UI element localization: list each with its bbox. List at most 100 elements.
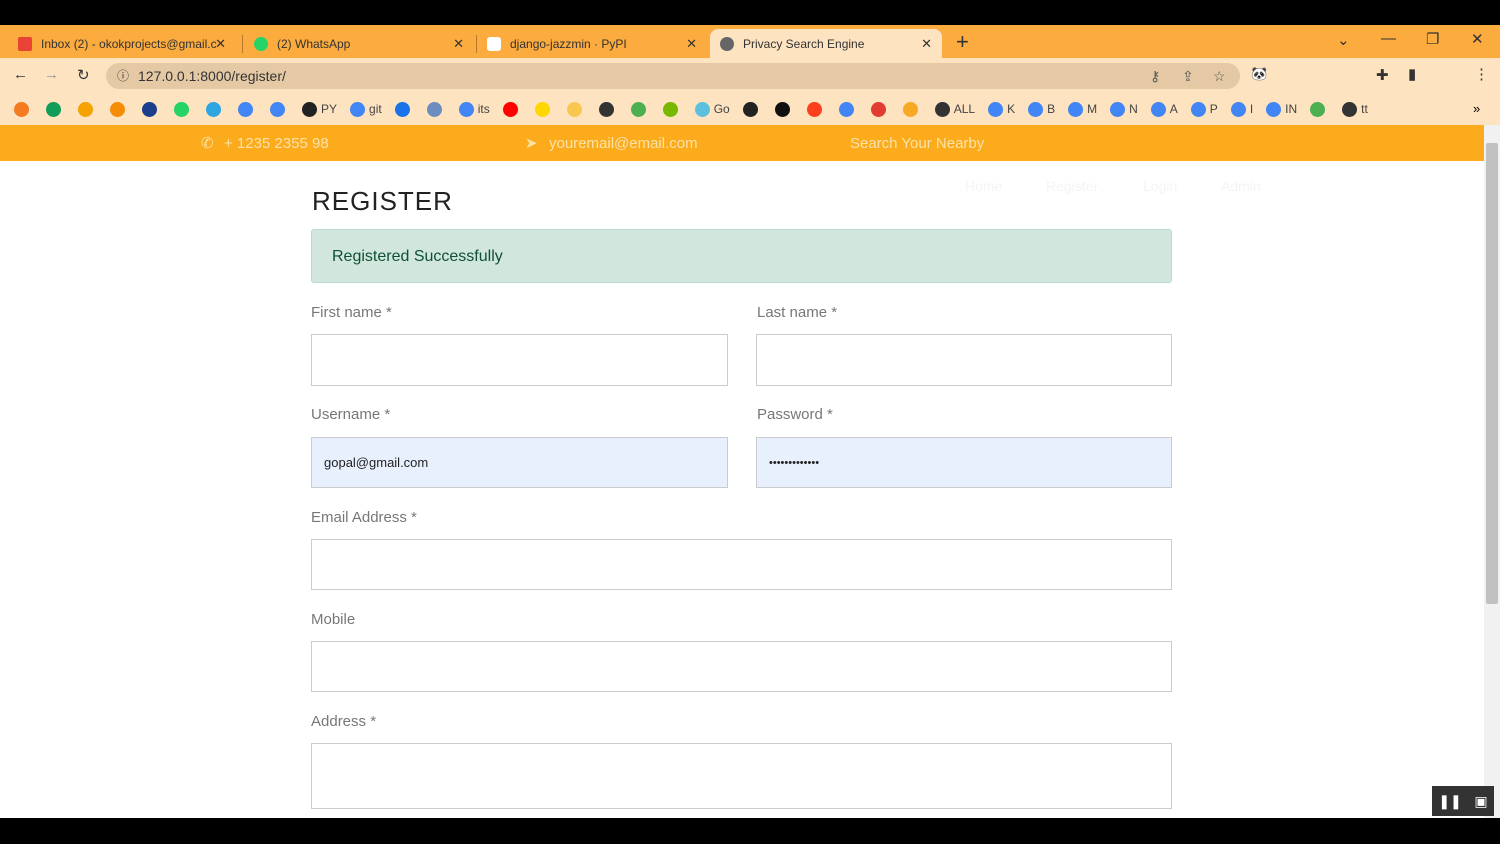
bookmark-item[interactable] <box>502 101 522 117</box>
email-input[interactable] <box>311 539 1172 590</box>
close-tab-icon[interactable]: ✕ <box>686 36 697 52</box>
bookmark-icon <box>630 101 646 117</box>
bookmark-label: P <box>1209 102 1218 116</box>
tab-title: django-jazzmin · PyPI <box>510 36 627 51</box>
bookmark-icon <box>238 101 253 117</box>
key-icon[interactable]: ⚷ <box>1150 63 1160 89</box>
bookmark-item[interactable]: B <box>1028 101 1055 117</box>
bookmark-item[interactable] <box>78 101 97 117</box>
tab-whatsapp[interactable]: (2) WhatsApp ✕ <box>244 29 474 58</box>
bookmark-item[interactable] <box>1310 101 1329 117</box>
bookmark-item[interactable] <box>270 101 289 117</box>
bookmark-icon <box>502 101 518 117</box>
bookmark-label: Go <box>713 102 730 116</box>
bookmark-item[interactable]: ALL <box>934 101 975 117</box>
phone-text: + 1235 2355 98 <box>224 135 329 152</box>
last-name-input[interactable] <box>756 334 1172 386</box>
nav-register[interactable]: Register <box>1046 178 1098 194</box>
nav-home[interactable]: Home <box>965 178 1002 194</box>
side-panel-icon[interactable]: ▮ <box>1408 65 1416 83</box>
bookmark-item[interactable]: A <box>1150 101 1178 117</box>
close-window-button[interactable]: ✕ <box>1471 30 1484 48</box>
email-link[interactable]: youremail@email.com <box>549 135 698 152</box>
first-name-input[interactable] <box>311 334 728 386</box>
bookmark-item[interactable] <box>238 101 257 117</box>
bookmark-item[interactable]: N <box>1110 101 1138 117</box>
mobile-input[interactable] <box>311 641 1172 692</box>
bookmark-item[interactable] <box>394 101 414 117</box>
bookmark-label: K <box>1007 102 1016 116</box>
extension-icon[interactable]: 🐼 <box>1251 66 1267 82</box>
tab-search-icon[interactable]: ⌄ <box>1337 31 1350 49</box>
address-textarea[interactable] <box>311 743 1172 809</box>
bookmark-item[interactable] <box>566 101 586 117</box>
extensions-puzzle-icon[interactable]: ✚ <box>1376 66 1389 84</box>
tab-pypi[interactable]: django-jazzmin · PyPI ✕ <box>477 29 707 58</box>
nav-admin[interactable]: Admin <box>1221 178 1261 194</box>
new-tab-button[interactable]: + <box>956 29 969 55</box>
close-tab-icon[interactable]: ✕ <box>921 36 932 52</box>
bookmark-label: I <box>1249 102 1254 116</box>
reload-icon[interactable]: ↻ <box>77 66 90 84</box>
bookmark-item[interactable]: IN <box>1266 101 1297 117</box>
bookmark-star-icon[interactable]: ☆ <box>1213 63 1226 89</box>
bookmark-item[interactable]: P <box>1190 101 1218 117</box>
bookmark-item[interactable] <box>742 101 762 117</box>
bookmark-item[interactable] <box>14 101 33 117</box>
bookmark-item[interactable]: Go <box>694 101 730 117</box>
forward-icon[interactable]: → <box>44 66 59 83</box>
tab-privacy-search[interactable]: Privacy Search Engine ✕ <box>710 29 942 58</box>
tab-gmail[interactable]: Inbox (2) - okokprojects@gmail.c ✕ <box>8 29 236 58</box>
bookmark-item[interactable]: I <box>1230 101 1254 117</box>
bookmark-icon <box>902 101 918 117</box>
restore-button[interactable]: ❐ <box>1426 30 1439 48</box>
picture-icon[interactable]: ▣ <box>1474 793 1487 810</box>
scrollbar-thumb[interactable] <box>1486 143 1498 604</box>
bookmark-item[interactable] <box>902 101 922 117</box>
bookmark-item[interactable]: K <box>988 101 1016 117</box>
more-bookmarks-button[interactable]: » <box>1473 101 1480 116</box>
bookmark-item[interactable] <box>630 101 650 117</box>
bookmark-item[interactable] <box>110 101 129 117</box>
bookmark-item[interactable] <box>870 101 890 117</box>
close-tab-icon[interactable]: ✕ <box>215 36 226 52</box>
bookmark-item[interactable]: M <box>1068 101 1097 117</box>
bookmark-label: git <box>369 102 382 116</box>
bookmark-icon <box>774 101 790 117</box>
username-input[interactable]: gopal@gmail.com <box>311 437 728 488</box>
nav-login[interactable]: Login <box>1143 178 1177 194</box>
bookmark-item[interactable] <box>206 101 225 117</box>
bookmark-item[interactable] <box>774 101 794 117</box>
bookmark-item[interactable]: its <box>458 101 490 117</box>
bookmark-item[interactable] <box>662 101 682 117</box>
username-label: Username * <box>311 406 391 423</box>
alert-text: Registered Successfully <box>332 248 503 265</box>
close-tab-icon[interactable]: ✕ <box>453 36 464 52</box>
bookmark-item[interactable] <box>426 101 446 117</box>
address-bar[interactable]: ⓘ 127.0.0.1:8000/register/ ⚷ ⇪ ☆ <box>106 63 1240 89</box>
bookmark-item[interactable] <box>142 101 161 117</box>
bookmark-item[interactable] <box>534 101 554 117</box>
bookmark-item[interactable] <box>598 101 618 117</box>
bookmark-icon <box>1150 101 1166 117</box>
bookmark-icon <box>662 101 678 117</box>
share-icon[interactable]: ⇪ <box>1182 63 1194 89</box>
bookmark-item[interactable]: PY <box>302 101 338 117</box>
menu-icon[interactable]: ⋮ <box>1474 65 1489 83</box>
bookmark-item[interactable]: tt <box>1342 101 1368 117</box>
bookmark-icon <box>742 101 758 117</box>
bookmark-item[interactable]: git <box>350 101 382 117</box>
phone-icon: ✆ <box>201 135 214 152</box>
bookmark-icon <box>426 101 442 117</box>
password-input[interactable]: ••••••••••••• <box>756 437 1172 488</box>
minimize-button[interactable]: — <box>1381 30 1396 47</box>
site-info-icon[interactable]: ⓘ <box>117 63 129 89</box>
pause-icon[interactable]: ❚❚ <box>1438 793 1461 810</box>
bookmark-label: PY <box>321 102 338 116</box>
bookmark-item[interactable] <box>806 101 826 117</box>
bookmark-item[interactable] <box>174 101 193 117</box>
back-icon[interactable]: ← <box>13 66 28 83</box>
search-nearby-link[interactable]: Search Your Nearby <box>850 135 984 152</box>
bookmark-item[interactable] <box>838 101 858 117</box>
bookmark-item[interactable] <box>46 101 65 117</box>
